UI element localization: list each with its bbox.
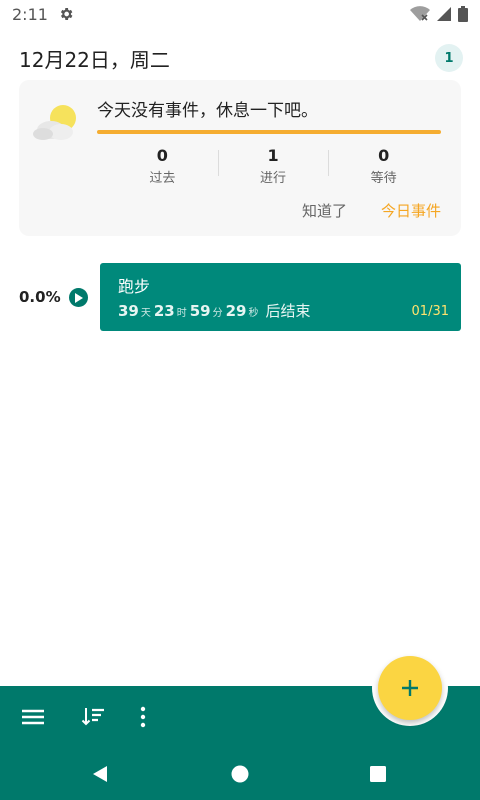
countdown-minutes-unit: 分 <box>212 308 223 319</box>
signal-icon <box>437 7 451 21</box>
countdown-suffix: 后结束 <box>265 302 311 320</box>
event-countdown: 39 天 23 时 59 分 29 秒后结束 <box>118 300 311 321</box>
summary-actions: 知道了 今日事件 <box>302 200 441 221</box>
weather-partly-cloudy-icon <box>33 105 76 140</box>
countdown-days: 39 <box>118 302 139 320</box>
status-bar: 2:11 <box>0 0 480 28</box>
back-icon[interactable] <box>90 764 110 784</box>
stat-label: 进行 <box>260 171 287 186</box>
stat-label: 过去 <box>149 171 176 186</box>
battery-icon <box>458 6 468 22</box>
play-button[interactable] <box>69 288 88 307</box>
count-badge[interactable]: 1 <box>435 44 463 72</box>
system-nav-bar <box>0 748 480 800</box>
status-right <box>410 6 468 22</box>
home-icon[interactable] <box>230 764 250 784</box>
stat-value: 0 <box>378 146 390 165</box>
page-title: 12月22日，周二 <box>19 47 170 72</box>
status-time: 2:11 <box>12 4 48 24</box>
add-event-button[interactable] <box>378 656 442 720</box>
event-progress-percent: 0.0% <box>19 288 61 306</box>
stat-past: 0 过去 <box>107 146 218 186</box>
countdown-hours-unit: 时 <box>176 308 187 319</box>
recents-icon[interactable] <box>368 764 388 784</box>
summary-message: 今天没有事件，休息一下吧。 <box>97 101 318 121</box>
wifi-off-icon <box>410 6 430 21</box>
date-header: 12月22日，周二 1 <box>19 42 463 74</box>
gear-icon <box>60 8 73 20</box>
countdown-seconds-unit: 秒 <box>248 308 259 319</box>
stat-value: 0 <box>156 146 168 165</box>
today-events-button[interactable]: 今日事件 <box>381 200 441 221</box>
countdown-hours: 23 <box>153 302 175 320</box>
summary-stats: 0 过去 1 进行 0 等待 <box>107 146 439 186</box>
event-row: 0.0% 跑步 39 天 23 时 59 分 29 秒后结束 01/31 <box>19 263 461 331</box>
more-vert-icon[interactable] <box>130 705 156 729</box>
countdown-days-unit: 天 <box>140 308 151 319</box>
summary-divider <box>97 130 441 134</box>
countdown-minutes: 59 <box>189 302 211 320</box>
stat-ongoing: 1 进行 <box>217 146 329 186</box>
event-title: 跑步 <box>118 277 151 296</box>
stat-value: 1 <box>267 146 279 165</box>
sort-icon[interactable] <box>81 705 107 729</box>
play-icon <box>75 292 83 303</box>
menu-icon[interactable] <box>20 705 46 729</box>
countdown-seconds: 29 <box>225 302 247 320</box>
add-icon <box>402 680 418 696</box>
status-left: 2:11 <box>12 5 74 24</box>
stat-waiting: 0 等待 <box>328 146 439 186</box>
event-card[interactable]: 跑步 39 天 23 时 59 分 29 秒后结束 01/31 <box>100 263 461 331</box>
got-it-button[interactable]: 知道了 <box>302 200 347 221</box>
event-counter: 01/31 <box>411 304 449 319</box>
summary-card: 今天没有事件，休息一下吧。 0 过去 1 进行 0 等待 知道了 今日事件 <box>19 80 461 236</box>
stat-label: 等待 <box>370 171 397 186</box>
